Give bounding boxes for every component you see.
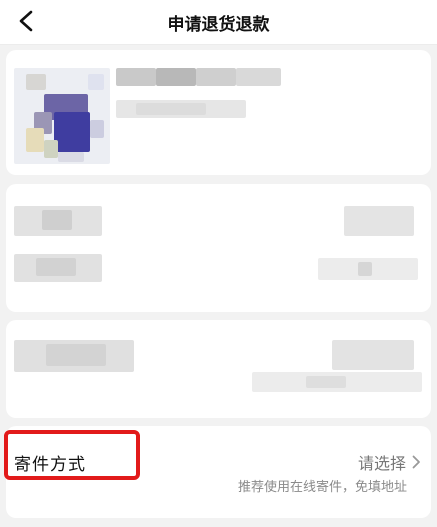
- page-title: 申请退货退款: [167, 15, 270, 35]
- redacted-field: [36, 258, 76, 276]
- reason-card: [6, 320, 431, 418]
- shipping-method-highlight-box: [4, 430, 140, 480]
- shipping-method-select[interactable]: 请选择: [358, 450, 421, 474]
- redacted-field: [306, 376, 346, 388]
- product-title-redacted: [116, 68, 286, 88]
- chevron-right-icon: [412, 454, 421, 473]
- product-card: [6, 50, 431, 175]
- shipping-method-hint: 推荐使用在线寄件，免填地址: [237, 480, 407, 495]
- product-spec-redacted: [116, 100, 246, 118]
- redacted-field: [358, 262, 372, 276]
- product-thumbnail: [14, 68, 110, 164]
- redacted-field: [344, 206, 414, 236]
- nav-bar: 申请退货退款: [0, 0, 437, 45]
- redacted-field: [332, 340, 414, 370]
- redacted-field: [42, 210, 72, 230]
- shipping-method-select-text: 请选择: [357, 454, 406, 473]
- redacted-field: [46, 344, 106, 366]
- refund-info-card: [6, 184, 431, 312]
